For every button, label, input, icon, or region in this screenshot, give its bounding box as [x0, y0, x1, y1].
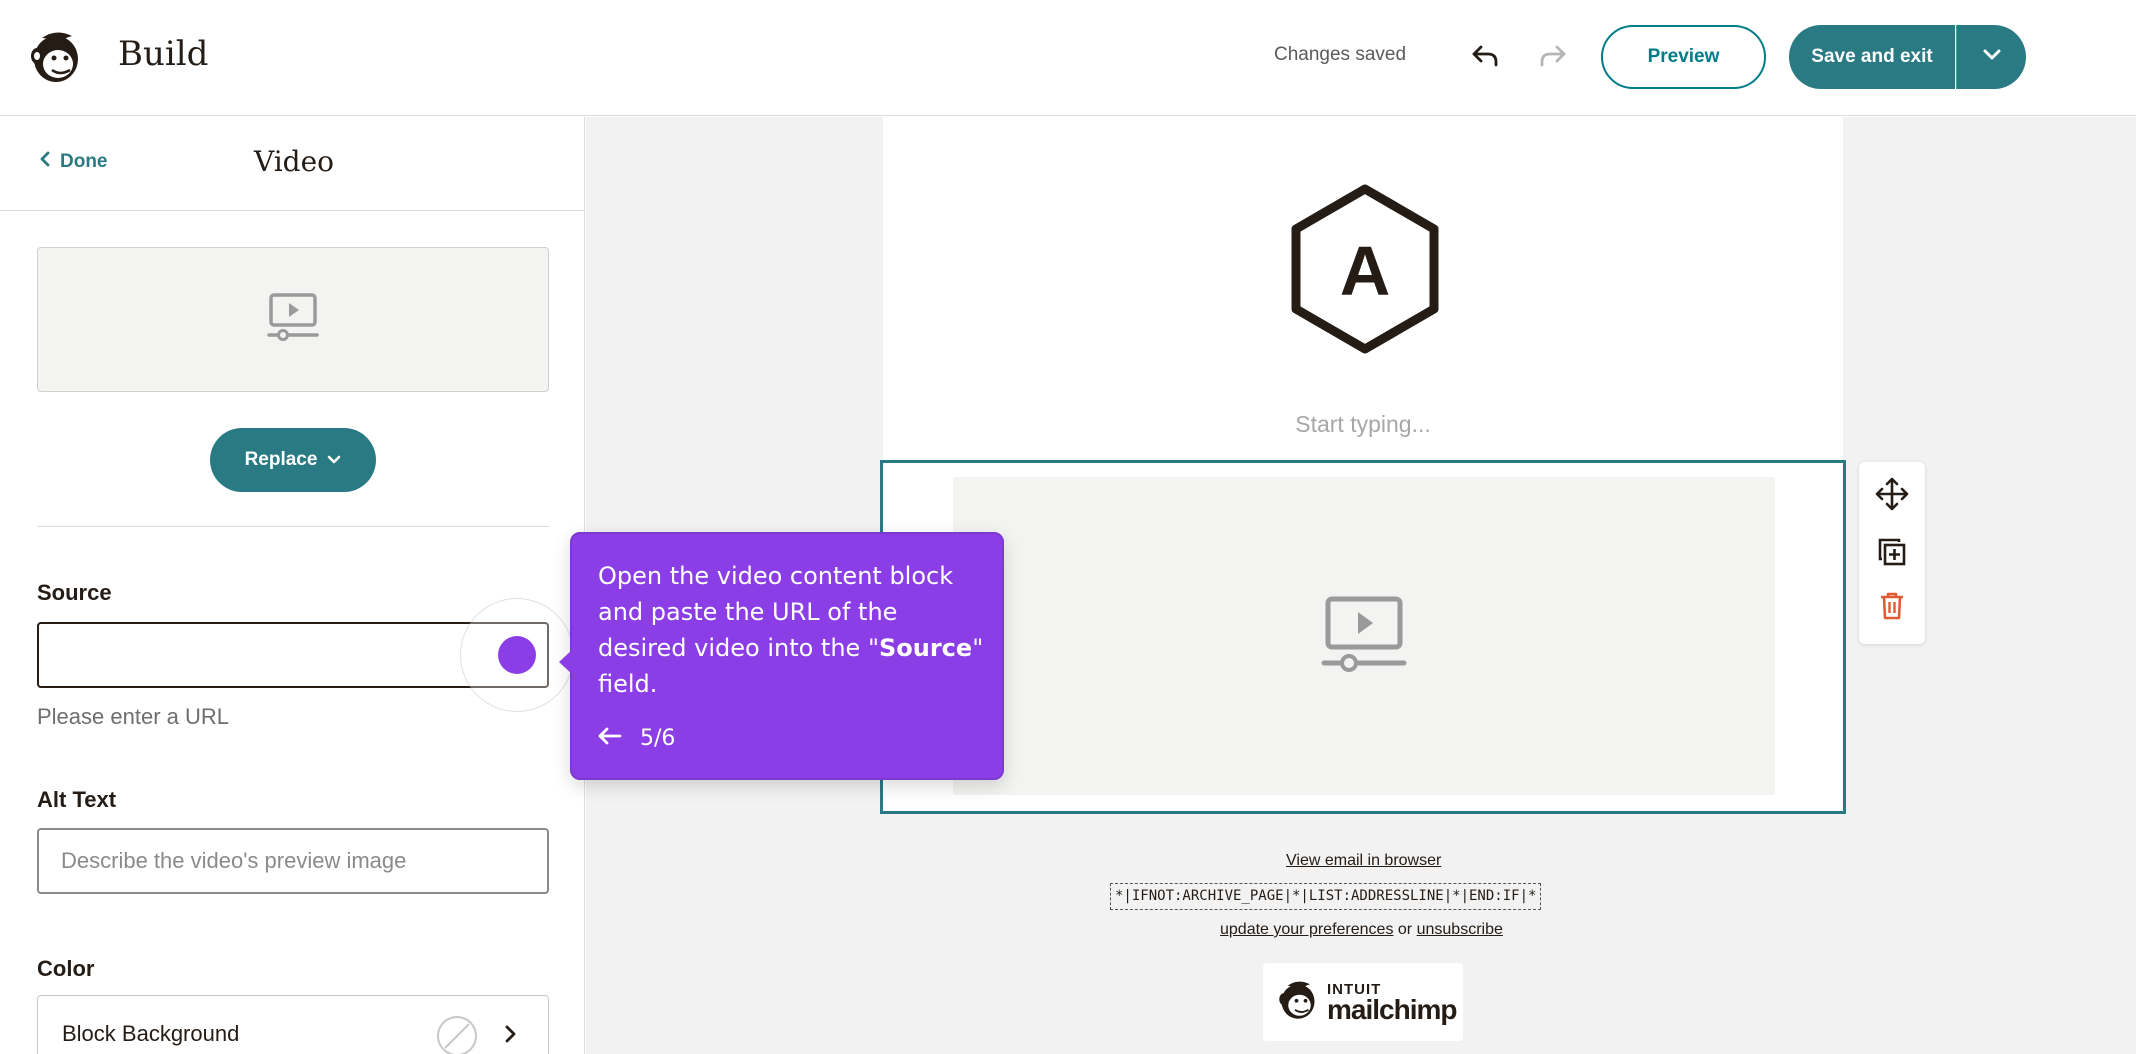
- redo-icon: [1540, 45, 1566, 72]
- footer-preferences-line: update your preferences or unsubscribe: [1220, 921, 1503, 939]
- video-preview-thumbnail: [37, 247, 549, 392]
- block-settings-panel: Done Video Replace Source Please enter a…: [0, 117, 585, 1054]
- chevron-right-icon: [504, 1025, 516, 1048]
- panel-header: Done Video: [0, 117, 584, 211]
- done-button[interactable]: Done: [40, 151, 108, 173]
- replace-button[interactable]: Replace: [210, 428, 376, 492]
- no-color-swatch-icon: [436, 1015, 478, 1054]
- logo-block[interactable]: A: [1290, 183, 1440, 360]
- chevron-down-icon: [1983, 48, 2001, 66]
- block-background-color-row[interactable]: Block Background: [37, 995, 549, 1054]
- video-content-block[interactable]: [880, 460, 1846, 814]
- save-and-exit-button[interactable]: Save and exit: [1789, 25, 1955, 89]
- save-status-text: Changes saved: [1274, 44, 1407, 65]
- guide-hotspot-beacon[interactable]: [498, 636, 536, 674]
- alt-text-input[interactable]: [37, 828, 549, 894]
- badge-wordmark: INTUIT mailchimp: [1327, 982, 1457, 1025]
- video-player-icon: [1321, 596, 1407, 677]
- replace-label: Replace: [244, 449, 318, 470]
- intuit-mailchimp-badge[interactable]: INTUIT mailchimp: [1263, 963, 1463, 1041]
- section-divider: [37, 526, 549, 527]
- top-bar: Build Changes saved Preview Save and exi…: [0, 0, 2136, 116]
- tooltip-step-counter: 5/6: [640, 726, 676, 751]
- video-player-icon: [267, 293, 319, 346]
- tooltip-text-bold: Source: [878, 634, 973, 662]
- app-title: Build: [118, 34, 209, 74]
- duplicate-block-button[interactable]: [1874, 536, 1910, 572]
- arrow-left-icon: [598, 726, 622, 751]
- email-body: A Start typing...: [883, 117, 1843, 462]
- tooltip-text: Open the video content block and paste t…: [598, 558, 988, 702]
- badge-line-mailchimp: mailchimp: [1327, 993, 1457, 1025]
- source-helper-text: Please enter a URL: [37, 704, 229, 729]
- color-section-label: Color: [37, 956, 95, 981]
- chevron-left-icon: [40, 151, 50, 173]
- view-in-browser-link[interactable]: View email in browser: [1286, 852, 1441, 870]
- unsubscribe-link[interactable]: unsubscribe: [1417, 921, 1503, 938]
- mailchimp-freddie-icon: [1277, 977, 1319, 1028]
- text-block-placeholder[interactable]: Start typing...: [883, 411, 1843, 438]
- tooltip-pointer: [559, 650, 572, 674]
- done-label: Done: [60, 151, 108, 172]
- save-options-dropdown-button[interactable]: [1956, 25, 2026, 89]
- logo-letter: A: [1339, 232, 1391, 310]
- tooltip-back-button[interactable]: [598, 726, 622, 751]
- redo-button[interactable]: [1533, 38, 1573, 78]
- or-text: or: [1397, 921, 1413, 938]
- mailchimp-logo-icon[interactable]: [28, 28, 84, 86]
- tooltip-navigation: 5/6: [598, 726, 675, 751]
- trash-icon: [1878, 591, 1906, 626]
- block-background-label: Block Background: [62, 1021, 240, 1046]
- guide-tooltip: Open the video content block and paste t…: [559, 532, 1004, 780]
- undo-button[interactable]: [1465, 38, 1505, 78]
- source-label: Source: [37, 580, 112, 605]
- move-icon: [1875, 477, 1909, 516]
- preview-button[interactable]: Preview: [1601, 25, 1766, 89]
- merge-tags-block: *|IFNOT:ARCHIVE_PAGE|*|LIST:ADDRESSLINE|…: [1110, 883, 1542, 910]
- panel-title: Video: [254, 145, 335, 178]
- block-toolbar: [1859, 462, 1925, 644]
- chevron-down-icon: [327, 449, 341, 471]
- delete-block-button[interactable]: [1874, 590, 1910, 626]
- undo-icon: [1472, 45, 1498, 72]
- duplicate-icon: [1877, 537, 1907, 572]
- alt-text-label: Alt Text: [37, 787, 117, 812]
- move-block-button[interactable]: [1874, 477, 1910, 516]
- video-placeholder: [953, 477, 1775, 795]
- update-preferences-link[interactable]: update your preferences: [1220, 921, 1393, 938]
